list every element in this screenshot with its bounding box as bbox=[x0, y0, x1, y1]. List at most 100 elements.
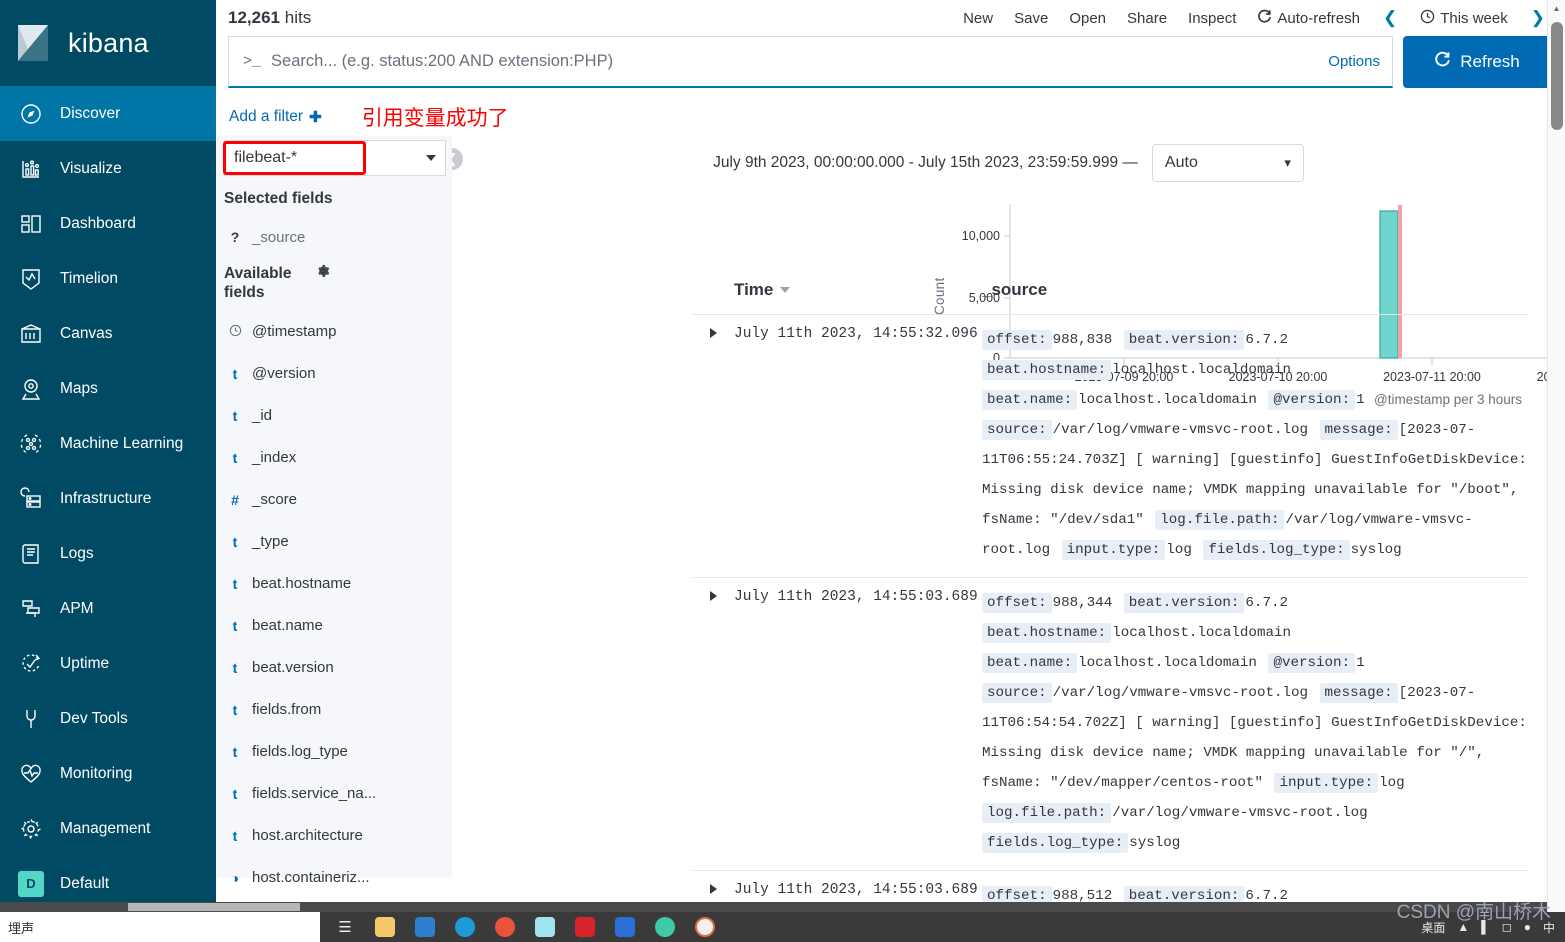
field-item-host-containerized[interactable]: ◑ host.containeriz... bbox=[224, 857, 452, 899]
sidebar-item-uptime[interactable]: Uptime bbox=[0, 636, 216, 691]
chevron-right-icon[interactable] bbox=[709, 328, 717, 338]
vertical-scrollbar[interactable]: ▲ bbox=[1547, 0, 1565, 912]
new-button[interactable]: New bbox=[963, 10, 993, 27]
sidebar-item-dev-tools[interactable]: Dev Tools bbox=[0, 691, 216, 746]
taskbar-weather-label: 埋声 bbox=[8, 920, 35, 936]
horizontal-scrollbar[interactable] bbox=[0, 902, 1547, 912]
inspect-button[interactable]: Inspect bbox=[1188, 10, 1236, 27]
time-next-button[interactable]: ❯ bbox=[1529, 8, 1547, 28]
field-item-beat-name[interactable]: t beat.name bbox=[224, 605, 452, 647]
field-key: message: bbox=[1319, 420, 1398, 440]
filter-bar: Add a filter ✚ 引用变量成功了 bbox=[216, 98, 1565, 136]
field-value: /var/log/vmware-vmsvc-root.log bbox=[1052, 422, 1309, 438]
field-item-type[interactable]: t _type bbox=[224, 521, 452, 563]
interval-select[interactable]: Auto ▾ bbox=[1151, 144, 1304, 182]
scroll-up-icon[interactable]: ▲ bbox=[1548, 0, 1565, 17]
expand-row-button[interactable] bbox=[692, 325, 734, 565]
field-item-timestamp[interactable]: @timestamp bbox=[224, 311, 452, 353]
interval-value: Auto bbox=[1164, 154, 1198, 171]
taskbar-app-icon-chrome[interactable] bbox=[646, 912, 684, 942]
taskbar-app-icon-app5[interactable] bbox=[686, 912, 724, 942]
search-input[interactable] bbox=[271, 52, 1319, 71]
brand-name: kibana bbox=[68, 27, 149, 58]
field-value: 6.7.2 bbox=[1245, 595, 1288, 611]
time-picker-button[interactable]: This week bbox=[1420, 9, 1508, 28]
sidebar-item-logs[interactable]: Logs bbox=[0, 526, 216, 581]
sidebar-item-monitoring[interactable]: Monitoring bbox=[0, 746, 216, 801]
share-button[interactable]: Share bbox=[1127, 10, 1167, 27]
scrollbar-thumb[interactable] bbox=[1551, 22, 1563, 130]
taskbar-app-icon-app1[interactable] bbox=[486, 912, 524, 942]
sidebar-item-apm[interactable]: APM bbox=[0, 581, 216, 636]
table-row[interactable]: July 11th 2023, 14:55:03.689 offset: 988,… bbox=[692, 578, 1529, 871]
field-item-beat-hostname[interactable]: t beat.hostname bbox=[224, 563, 452, 605]
taskbar-app-icon-app3[interactable] bbox=[566, 912, 604, 942]
scrollbar-thumb[interactable] bbox=[128, 903, 300, 911]
auto-refresh-button[interactable]: Auto-refresh bbox=[1257, 9, 1360, 28]
gear-icon[interactable] bbox=[316, 264, 330, 283]
sidebar-item-dashboard[interactable]: Dashboard bbox=[0, 196, 216, 251]
fields-sidebar: filebeat-* Selected fields ? _source Ava… bbox=[216, 136, 452, 886]
sidebar-item-timelion[interactable]: Timelion bbox=[0, 251, 216, 306]
sidebar-item-machine-learning[interactable]: Machine Learning bbox=[0, 416, 216, 471]
sidebar-item-canvas[interactable]: Canvas bbox=[0, 306, 216, 361]
field-key: input.type: bbox=[1061, 540, 1166, 560]
row-source: offset: 988,838 beat.version: 6.7.2 beat.h… bbox=[982, 325, 1529, 565]
save-button[interactable]: Save bbox=[1014, 10, 1048, 27]
field-type-icon: t bbox=[232, 785, 238, 802]
document-table: Time _source July 11th 2023, 14:55:32.09… bbox=[692, 272, 1529, 912]
field-name: _id bbox=[252, 407, 273, 425]
column-header-time[interactable]: Time bbox=[692, 280, 982, 300]
field-item-fields-service-name[interactable]: t fields.service_na... bbox=[224, 773, 452, 815]
field-item-version[interactable]: t @version bbox=[224, 353, 452, 395]
field-key: fields.log_type: bbox=[1203, 540, 1350, 560]
taskbar-app-icon-store[interactable] bbox=[406, 912, 444, 942]
index-pattern-selector[interactable]: filebeat-* bbox=[224, 140, 446, 176]
open-button[interactable]: Open bbox=[1069, 10, 1106, 27]
field-item-index[interactable]: t _index bbox=[224, 437, 452, 479]
time-prev-button[interactable]: ❮ bbox=[1381, 8, 1399, 28]
chevron-right-icon[interactable] bbox=[709, 884, 717, 894]
sort-descending-icon[interactable] bbox=[780, 287, 791, 293]
expand-row-button[interactable] bbox=[692, 588, 734, 858]
field-item-host-architecture[interactable]: t host.architecture bbox=[224, 815, 452, 857]
sidebar-item-label: Timelion bbox=[60, 269, 118, 287]
column-header-source[interactable]: _source bbox=[982, 280, 1047, 300]
field-item-fields-log-type[interactable]: t fields.log_type bbox=[224, 731, 452, 773]
field-type-icon: t bbox=[232, 449, 238, 466]
field-key: beat.name: bbox=[982, 653, 1078, 673]
table-row[interactable]: July 11th 2023, 14:55:32.096 offset: 988,… bbox=[692, 315, 1529, 578]
field-item-fields-from[interactable]: t fields.from bbox=[224, 689, 452, 731]
taskbar-app-icon-edge[interactable] bbox=[446, 912, 484, 942]
space-badge-letter: D bbox=[18, 870, 44, 897]
row-time: July 11th 2023, 14:55:03.689 bbox=[734, 589, 978, 605]
field-item-id[interactable]: t _id bbox=[224, 395, 452, 437]
gear-icon bbox=[18, 816, 44, 842]
field-value: localhost.localdomain bbox=[1112, 625, 1291, 641]
sidebar-item-management[interactable]: Management bbox=[0, 801, 216, 856]
chevron-right-icon[interactable] bbox=[709, 591, 717, 601]
query-options-link[interactable]: Options bbox=[1328, 53, 1380, 70]
refresh-button[interactable]: Refresh bbox=[1403, 36, 1551, 88]
taskbar-weather-widget[interactable]: 埋声 bbox=[0, 912, 320, 942]
sidebar-item-discover[interactable]: Discover bbox=[0, 86, 216, 141]
sidebar-item-visualize[interactable]: Visualize bbox=[0, 141, 216, 196]
sidebar-item-label: Management bbox=[60, 819, 151, 837]
field-type-icon: t bbox=[232, 617, 238, 634]
field-item-source[interactable]: ? _source bbox=[224, 216, 452, 258]
sidebar-item-maps[interactable]: Maps bbox=[0, 361, 216, 416]
refresh-button-label: Refresh bbox=[1460, 52, 1520, 71]
taskbar-app-icon-app2[interactable] bbox=[526, 912, 564, 942]
sidebar-item-label: Machine Learning bbox=[60, 434, 184, 452]
taskbar-app-icon-explorer[interactable] bbox=[366, 912, 404, 942]
add-filter-button[interactable]: Add a filter ✚ bbox=[229, 108, 322, 126]
field-value: log bbox=[1379, 775, 1405, 791]
time-range-label: July 9th 2023, 00:00:00.000 - July 15th … bbox=[713, 154, 1138, 171]
field-item-beat-version[interactable]: t beat.version bbox=[224, 647, 452, 689]
search-box[interactable]: >_ Options bbox=[228, 36, 1393, 88]
taskbar-app-icon-notes[interactable]: ☰ bbox=[326, 912, 364, 942]
taskbar-app-icon-app4[interactable] bbox=[606, 912, 644, 942]
field-item-score[interactable]: # _score bbox=[224, 479, 452, 521]
column-header-time-label: Time bbox=[734, 280, 774, 299]
sidebar-item-infrastructure[interactable]: Infrastructure bbox=[0, 471, 216, 526]
